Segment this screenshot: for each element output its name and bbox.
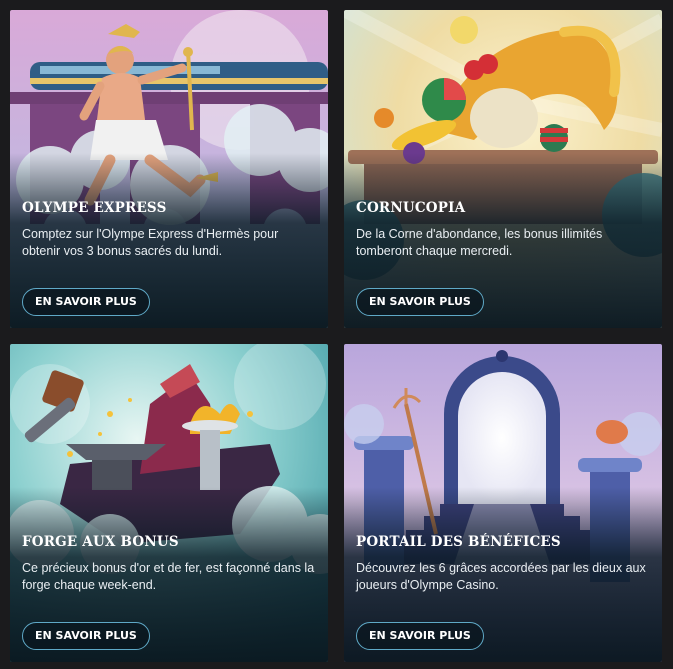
promo-card-forge-aux-bonus[interactable]: FORGE AUX BONUS Ce précieux bonus d'or e… bbox=[10, 344, 328, 662]
promo-card-cornucopia[interactable]: CORNUCOPIA De la Corne d'abondance, les … bbox=[344, 10, 662, 328]
card-content: OLYMPE EXPRESS Comptez sur l'Olympe Expr… bbox=[22, 200, 316, 260]
promo-card-portail-des-benefices[interactable]: PORTAIL DES BÉNÉFICES Découvrez les 6 gr… bbox=[344, 344, 662, 662]
promo-card-olympe-express[interactable]: OLYMPE EXPRESS Comptez sur l'Olympe Expr… bbox=[10, 10, 328, 328]
card-description: Comptez sur l'Olympe Express d'Hermès po… bbox=[22, 227, 279, 258]
card-content: CORNUCOPIA De la Corne d'abondance, les … bbox=[356, 200, 650, 260]
promotions-grid: OLYMPE EXPRESS Comptez sur l'Olympe Expr… bbox=[0, 0, 673, 669]
card-title: OLYMPE EXPRESS bbox=[22, 200, 167, 216]
card-content: PORTAIL DES BÉNÉFICES Découvrez les 6 gr… bbox=[356, 534, 650, 594]
card-title: CORNUCOPIA bbox=[356, 200, 466, 216]
learn-more-button[interactable]: EN SAVOIR PLUS bbox=[22, 622, 150, 650]
learn-more-button[interactable]: EN SAVOIR PLUS bbox=[356, 622, 484, 650]
learn-more-button[interactable]: EN SAVOIR PLUS bbox=[356, 288, 484, 316]
learn-more-button[interactable]: EN SAVOIR PLUS bbox=[22, 288, 150, 316]
card-description: De la Corne d'abondance, les bonus illim… bbox=[356, 227, 603, 258]
card-description: Découvrez les 6 grâces accordées par les… bbox=[356, 561, 646, 592]
card-description: Ce précieux bonus d'or et de fer, est fa… bbox=[22, 561, 315, 592]
card-title: PORTAIL DES BÉNÉFICES bbox=[356, 534, 561, 550]
card-title: FORGE AUX BONUS bbox=[22, 534, 179, 550]
card-content: FORGE AUX BONUS Ce précieux bonus d'or e… bbox=[22, 534, 316, 594]
